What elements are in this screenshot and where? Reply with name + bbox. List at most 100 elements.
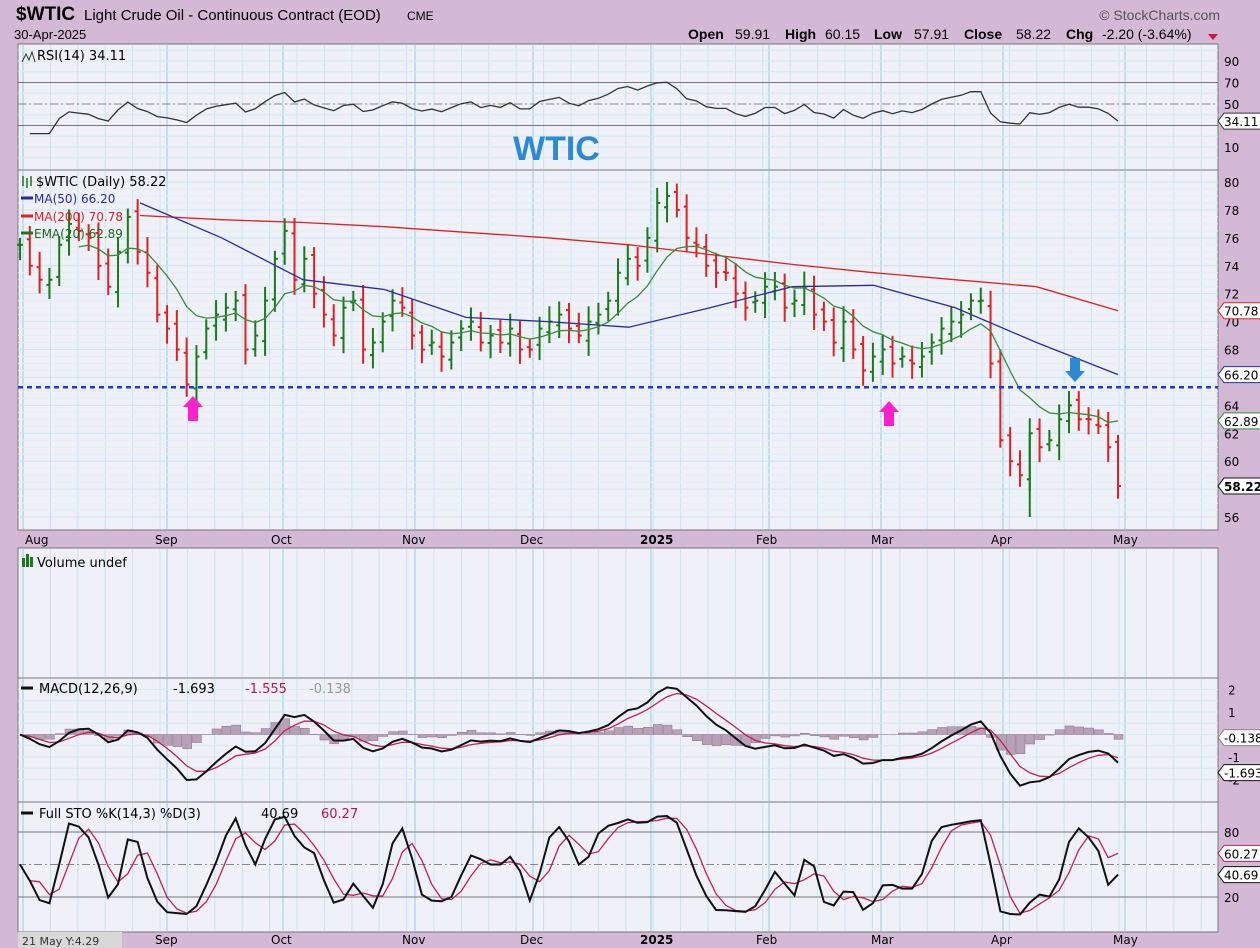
month-label: Feb (756, 533, 777, 547)
macd-histogram-bar (192, 734, 202, 743)
sto-k-tag: 40.69 (1217, 866, 1260, 884)
rsi-tick-label: 70 (1224, 77, 1239, 91)
month-label: Dec (520, 933, 543, 947)
macd-histogram-bar (849, 734, 859, 739)
month-label: Apr (991, 933, 1012, 947)
macd-histogram-bar (368, 734, 379, 741)
open-value: 59.91 (735, 26, 770, 42)
month-label: 2025 (640, 933, 673, 947)
volume-panel (17, 547, 1219, 679)
macd-histogram-bar (643, 727, 653, 735)
macd-histogram-bar (858, 734, 869, 741)
value-tag-text: -0.138 (1224, 732, 1260, 746)
macd-histogram-bar (466, 730, 477, 735)
macd-histogram-bar (839, 734, 849, 737)
macd-histogram-bar (702, 734, 712, 745)
sto-legend: Full STO %K(14,3) %D(3) (39, 807, 201, 822)
macd-histogram-bar (1025, 734, 1036, 745)
macd-histogram-bar (633, 728, 643, 735)
price-tick-label: 78 (1224, 204, 1239, 218)
macd-histogram-bar (388, 731, 398, 735)
security-name: Light Crude Oil - Continuous Contract (E… (84, 7, 381, 24)
macd-histogram-bar (800, 732, 810, 735)
copyright: © StockCharts.com (1099, 7, 1220, 23)
macd-histogram-bar (1045, 734, 1055, 736)
macd-histogram-bar (447, 734, 457, 736)
macd-histogram-bar (1113, 734, 1124, 740)
symbol: $WTIC (16, 4, 75, 25)
macd-histogram-bar (780, 734, 790, 738)
month-label: Dec (520, 533, 543, 547)
macd-value: -1.693 (173, 682, 215, 697)
macd-histogram-bar (476, 732, 487, 735)
month-label: Oct (271, 533, 292, 547)
macd-histogram-bar (594, 732, 604, 735)
macd-histogram-bar (1035, 734, 1045, 740)
macd-histogram-bar (662, 724, 673, 735)
macd-histogram-bar (300, 728, 310, 735)
macd-histogram-bar (623, 725, 634, 735)
price-tick-label: 80 (1224, 176, 1239, 190)
macd-histogram-bar (760, 734, 771, 739)
macd-histogram-bar (1084, 727, 1094, 735)
value-tag-text: 62.89 (1224, 415, 1258, 429)
ema20-legend: EMA(20) 62.89 (34, 227, 123, 241)
macd-histogram-bar (1103, 733, 1114, 735)
sto-tick-label: 20 (1224, 891, 1239, 905)
macd-tick-label: 2 (1228, 684, 1236, 698)
cursor-readout: 21 May Y:4.29 (22, 935, 99, 948)
value-tag-text: 60.27 (1224, 847, 1258, 861)
macd-histogram-bar (535, 732, 545, 735)
last-price-tag: 58.22 (1217, 477, 1260, 495)
month-label: Sep (155, 533, 178, 547)
price-tick-label: 68 (1224, 344, 1239, 358)
macd-histogram-bar (417, 734, 428, 738)
ma50-legend: MA(50) 66.20 (34, 192, 115, 206)
price-tick-label: 76 (1224, 232, 1239, 246)
month-label: Apr (991, 533, 1012, 547)
month-label: Nov (402, 533, 425, 547)
macd-histogram-bar (221, 725, 232, 735)
macd-tick-label: 1 (1228, 706, 1236, 720)
value-tag-text: 70.78 (1224, 305, 1258, 319)
macd-histogram-bar (770, 734, 781, 737)
price-tick-label: 74 (1224, 260, 1239, 274)
macd-histogram-bar (809, 734, 820, 736)
month-label: Sep (155, 933, 178, 947)
high-label: High (785, 26, 816, 42)
price-tick-label: 60 (1224, 455, 1239, 469)
value-tag-text: 34.11 (1224, 115, 1258, 129)
month-label: May (1113, 933, 1138, 947)
rsi-value-tag: 34.11 (1217, 112, 1260, 130)
month-label: 2025 (640, 533, 673, 547)
macd-histogram-bar (231, 724, 241, 735)
ohlc-summary: Open 59.91 High 60.15 Low 57.91 Close 58… (688, 26, 1218, 42)
macd-histogram-bar (613, 727, 624, 735)
price-tick-label: 72 (1224, 288, 1239, 302)
close-label: Close (964, 26, 1002, 42)
value-tag-text: 40.69 (1224, 869, 1258, 883)
price-tick-label: 64 (1224, 399, 1239, 413)
macd-histogram-bar (1054, 729, 1065, 735)
macd-histogram-bar (1005, 734, 1016, 755)
macd-histogram-bar (692, 734, 702, 742)
macd-histogram-bar (290, 726, 300, 735)
sto-k-value: 40.69 (261, 807, 298, 822)
macd-histogram-bar (790, 734, 800, 737)
macd-histogram-bar (1074, 726, 1085, 735)
macd-histogram-bar (45, 734, 55, 740)
rsi-tick-label: 90 (1224, 55, 1239, 69)
macd-histogram-tag: -0.138 (1217, 729, 1260, 747)
ema20-value-tag: 62.89 (1217, 412, 1260, 430)
month-label: Aug (25, 533, 48, 547)
value-tag-text: -1.693 (1224, 767, 1260, 781)
macd-histogram-bar (211, 728, 222, 735)
macd-histogram-bar (721, 734, 732, 745)
macd-histogram-bar (162, 734, 173, 746)
rsi-panel (17, 43, 1219, 171)
low-label: Low (874, 26, 902, 42)
close-value: 58.22 (1016, 26, 1051, 42)
macd-histogram-bar (682, 734, 692, 737)
value-tag-text: 58.22 (1224, 480, 1260, 494)
macd-histogram-bar (652, 724, 663, 735)
